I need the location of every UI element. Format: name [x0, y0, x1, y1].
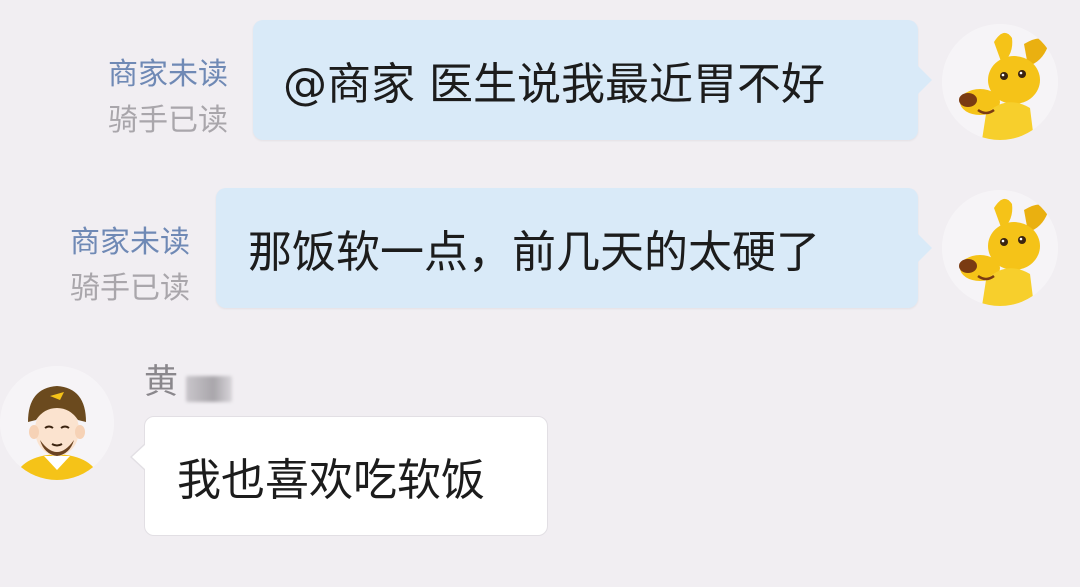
message-bubble[interactable]: 那饭软一点，前几天的太硬了 — [216, 188, 932, 308]
message-row-incoming-1: 黄 我也喜欢吃软饭 — [0, 340, 1080, 587]
dog-mascot-icon[interactable] — [942, 190, 1058, 306]
message-row-outgoing-1: 商家未读 骑手已读 @商家 医生说我最近胃不好 — [0, 0, 1080, 160]
merchant-unread-label: 商家未读 — [70, 225, 190, 260]
rider-read-label: 骑手已读 — [108, 103, 228, 138]
message-bubble[interactable]: @商家 医生说我最近胃不好 — [253, 20, 932, 140]
merchant-unread-label: 商家未读 — [108, 57, 228, 92]
sender-name: 黄 — [144, 362, 178, 402]
dog-mascot-icon[interactable] — [942, 24, 1058, 140]
rider-read-label: 骑手已读 — [70, 271, 190, 306]
message-text: 我也喜欢吃软饭 — [177, 455, 485, 506]
read-status: 商家未读 骑手已读 — [70, 220, 190, 312]
sender-name-mosaic — [186, 376, 232, 402]
message-text: 那饭软一点，前几天的太硬了 — [248, 227, 820, 278]
rider-helmet-avatar-icon[interactable] — [0, 366, 114, 480]
message-text: @商家 医生说我最近胃不好 — [283, 59, 825, 110]
message-bubble[interactable]: 我也喜欢吃软饭 — [130, 416, 548, 536]
message-row-outgoing-2: 商家未读 骑手已读 那饭软一点，前几天的太硬了 — [0, 160, 1080, 330]
read-status: 商家未读 骑手已读 — [108, 52, 228, 144]
